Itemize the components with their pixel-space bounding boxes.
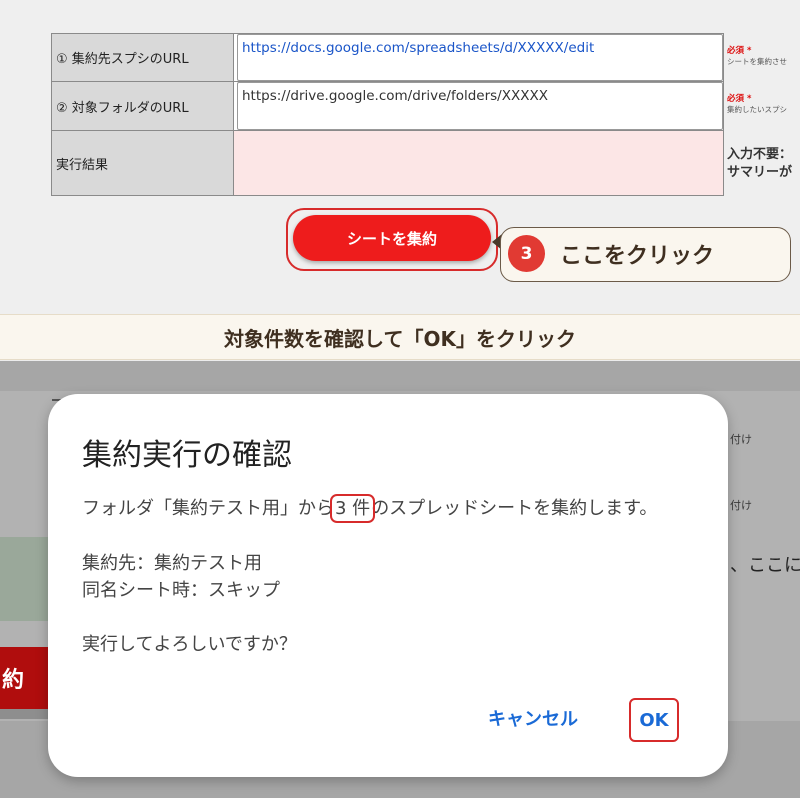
instruction-banner: 対象件数を確認して「OK」をクリック (0, 314, 800, 360)
background-strip (0, 709, 48, 719)
form-label-destination-url: ① 集約先スプシのURL (52, 34, 234, 81)
background-block (0, 537, 52, 621)
note-destination-url: 必須 * シートを集約させ (727, 44, 800, 67)
required-mark: 必須 * (727, 94, 752, 104)
result-cell (234, 131, 723, 195)
background-run-button: 約 (0, 647, 48, 709)
note-line-1: 入力不要： (727, 147, 793, 162)
callout-text: ここをクリック (560, 244, 715, 269)
settings-form-table: ① 集約先スプシのURL https://docs.google.com/spr… (51, 33, 724, 196)
dialog-duplicate-policy-line: 同名シート時：スキップ (82, 580, 280, 601)
form-label-folder-url: ② 対象フォルダのURL (52, 82, 234, 130)
note-text: シートを集約させ (727, 57, 787, 66)
dialog-destination-line: 集約先：集約テスト用 (82, 553, 262, 574)
ok-button[interactable]: OK (629, 698, 679, 742)
file-count-highlight: 3 件 (329, 494, 376, 523)
note-text: 集約したいスプシ (727, 105, 787, 114)
destination-url-field[interactable]: https://docs.google.com/spreadsheets/d/X… (237, 34, 723, 81)
summary-prefix: フォルダ「集約テスト用」から (82, 498, 334, 519)
aggregate-sheets-button[interactable]: シートを集約 (293, 215, 491, 261)
folder-url-cell[interactable]: https://drive.google.com/drive/folders/X… (234, 82, 723, 130)
note-folder-url: 必須 * 集約したいスプシ (727, 92, 800, 115)
background-run-button-label: 約 (2, 668, 25, 693)
dialog-title: 集約実行の確認 (82, 438, 292, 473)
background-note-1: 付け (730, 433, 752, 446)
form-row-destination-url: ① 集約先スプシのURL https://docs.google.com/spr… (52, 34, 723, 82)
destination-url-cell[interactable]: https://docs.google.com/spreadsheets/d/X… (234, 34, 723, 81)
form-row-folder-url: ② 対象フォルダのURL https://drive.google.com/dr… (52, 82, 723, 131)
sheet-panel: ① 集約先スプシのURL https://docs.google.com/spr… (0, 0, 800, 314)
required-mark: 必須 * (727, 46, 752, 56)
dialog-summary-line: フォルダ「集約テスト用」から3 件のスプレッドシートを集約します。 (82, 494, 658, 523)
summary-suffix: のスプレッドシートを集約します。 (371, 498, 658, 519)
background-note-3: 、ここに (730, 555, 800, 576)
step-number-badge: 3 (508, 235, 545, 272)
folder-url-field[interactable]: https://drive.google.com/drive/folders/X… (237, 82, 723, 130)
cancel-button[interactable]: キャンセル (470, 700, 596, 736)
form-label-result: 実行結果 (52, 131, 234, 195)
note-result: 入力不要： サマリーが (727, 146, 800, 182)
dialog-question-line: 実行してよろしいですか？ (82, 634, 297, 655)
form-row-result: 実行結果 (52, 131, 723, 195)
note-line-2: サマリーが (727, 165, 793, 180)
background-note-2: 付け (730, 499, 752, 512)
confirm-dialog: 集約実行の確認 フォルダ「集約テスト用」から3 件のスプレッドシートを集約します… (48, 394, 728, 777)
